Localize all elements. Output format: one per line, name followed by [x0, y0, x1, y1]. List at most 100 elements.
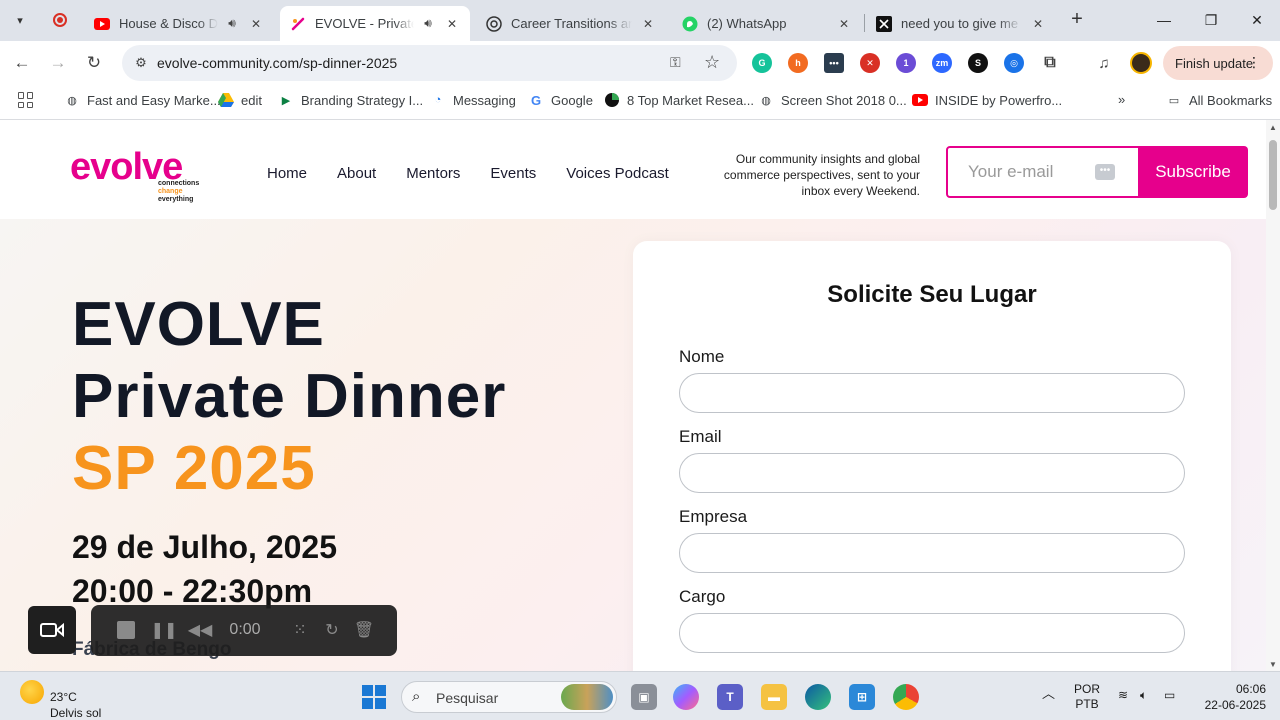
bookmark-item[interactable]: 8 Top Market Resea...: [604, 92, 754, 108]
tab-career[interactable]: Career Transitions and Growth ✕: [476, 6, 666, 41]
draw-button[interactable]: ⁙: [289, 619, 311, 641]
copilot-icon[interactable]: [673, 684, 699, 710]
bookmark-item[interactable]: INSIDE by Powerfro...: [912, 92, 1062, 108]
nav-mentors[interactable]: Mentors: [406, 165, 460, 182]
close-tab-icon[interactable]: ✕: [444, 17, 460, 31]
system-clock[interactable]: 06:06 22-06-2025: [1194, 681, 1266, 713]
file-explorer-icon[interactable]: ▬: [761, 684, 787, 710]
store-icon[interactable]: ⊞: [849, 684, 875, 710]
subscribe-button[interactable]: Subscribe: [1138, 146, 1248, 198]
new-tab-button[interactable]: +: [1066, 9, 1088, 31]
password-key-icon[interactable]: ⚿: [670, 54, 681, 71]
teams-icon[interactable]: T: [717, 684, 743, 710]
scrollbar-thumb[interactable]: [1269, 140, 1277, 210]
evolve-logo[interactable]: evolve connections change everything: [70, 146, 210, 206]
company-input[interactable]: [679, 533, 1185, 573]
trash-icon: 🗑︎: [353, 622, 375, 639]
speaker-icon[interactable]: 🔊︎: [224, 16, 240, 31]
apps-grid-icon[interactable]: [18, 92, 34, 108]
back-button[interactable]: ←: [8, 49, 36, 77]
role-input[interactable]: [679, 613, 1185, 653]
close-window-button[interactable]: ✕: [1234, 0, 1280, 40]
bookmark-label: Google: [551, 92, 593, 108]
browser-toolbar: ← → ↻ ⚙ evolve-community.com/sp-dinner-2…: [0, 41, 1280, 84]
google-drive-icon: [218, 92, 234, 108]
language-indicator[interactable]: POR PTB: [1072, 682, 1102, 712]
messaging-icon: ◔: [434, 94, 442, 106]
close-tab-icon[interactable]: ✕: [248, 17, 264, 31]
nav-events[interactable]: Events: [490, 165, 536, 182]
bookmark-item[interactable]: edit: [218, 92, 262, 108]
tab-x[interactable]: need you to give me the ✕: [866, 6, 1056, 41]
tab-whatsapp[interactable]: (2) WhatsApp ✕: [672, 6, 862, 41]
pinned-recording-tab[interactable]: [50, 10, 70, 30]
stop-recording-button[interactable]: [116, 619, 136, 641]
edge-icon[interactable]: [805, 684, 831, 710]
tab-search-button[interactable]: ▾: [8, 8, 32, 32]
more-bookmarks-icon[interactable]: »: [1118, 92, 1125, 107]
event-title-line1: EVOLVE: [72, 290, 325, 359]
nav-voices-podcast[interactable]: Voices Podcast: [566, 165, 669, 182]
youtube-icon: [912, 92, 928, 108]
grammarly-extension-icon[interactable]: G: [752, 53, 772, 73]
finish-update-button[interactable]: Finish update ⋮: [1163, 46, 1273, 80]
extension-dots-icon[interactable]: •••: [824, 53, 844, 73]
tab-youtube[interactable]: House & Disco DJ Set 🔊︎ ✕: [84, 6, 274, 41]
zoominfo-extension-icon[interactable]: zm: [932, 53, 952, 73]
bookmark-item[interactable]: ◔ Messaging: [430, 92, 516, 108]
task-view-icon[interactable]: ▣: [631, 684, 657, 710]
event-title: EVOLVE Private Dinner SP 2025: [72, 289, 506, 505]
extensions-puzzle-icon[interactable]: ⧉: [1040, 53, 1060, 73]
extension-circle-icon[interactable]: ◎: [1004, 53, 1024, 73]
delete-recording-button[interactable]: 🗑︎: [353, 619, 375, 641]
forward-button[interactable]: →: [44, 49, 72, 77]
tab-evolve[interactable]: EVOLVE - Private Dinner 🔊︎ ✕: [280, 6, 470, 41]
all-bookmarks-button[interactable]: ▭ All Bookmarks: [1166, 92, 1272, 108]
bookmark-item[interactable]: ◍ Screen Shot 2018 0...: [758, 92, 907, 108]
address-bar[interactable]: ⚙ evolve-community.com/sp-dinner-2025 ⚿ …: [122, 45, 737, 81]
extension-badge-icon[interactable]: 1: [896, 53, 916, 73]
taskbar-search[interactable]: ⌕ Pesquisar: [401, 681, 617, 713]
camera-toggle-button[interactable]: [28, 606, 76, 654]
pause-button[interactable]: ❚❚: [151, 619, 178, 641]
bookmark-item[interactable]: ▶ Branding Strategy I...: [278, 92, 423, 108]
extension-shield-icon[interactable]: S: [968, 53, 988, 73]
close-tab-icon[interactable]: ✕: [836, 17, 852, 31]
reload-button[interactable]: ↻: [80, 49, 108, 77]
bookmark-star-icon[interactable]: ☆: [704, 52, 720, 73]
extension-orange-icon[interactable]: h: [788, 53, 808, 73]
minimize-button[interactable]: —: [1141, 0, 1187, 40]
name-input[interactable]: [679, 373, 1185, 413]
volume-icon[interactable]: 🔈︎: [1140, 688, 1147, 703]
chrome-icon[interactable]: [893, 684, 919, 710]
nav-home[interactable]: Home: [267, 165, 307, 182]
wifi-icon[interactable]: ≋: [1118, 688, 1128, 703]
profile-avatar[interactable]: [1130, 52, 1152, 74]
restart-button[interactable]: ↻: [321, 619, 343, 641]
tray-overflow-icon[interactable]: ︿: [1042, 686, 1055, 701]
email-input[interactable]: [679, 453, 1185, 493]
speaker-icon[interactable]: 🔊︎: [420, 16, 436, 31]
autofill-icon[interactable]: •••: [1095, 164, 1115, 180]
rewind-icon: ◀◀: [187, 622, 213, 639]
nav-about[interactable]: About: [337, 165, 376, 182]
site-info-icon[interactable]: ⚙: [132, 54, 150, 72]
bookmark-item[interactable]: G Google: [528, 92, 593, 108]
media-controls-icon[interactable]: ♫: [1094, 53, 1114, 73]
rewind-button[interactable]: ◀◀: [187, 619, 213, 641]
close-tab-icon[interactable]: ✕: [1030, 17, 1046, 31]
restore-button[interactable]: ❐: [1188, 0, 1234, 40]
weather-widget[interactable]: 23°C Delvis sol: [20, 680, 101, 720]
url-text[interactable]: evolve-community.com/sp-dinner-2025: [157, 55, 397, 71]
bookmark-item[interactable]: ◍ Fast and Easy Marke...: [64, 92, 220, 108]
extension-block-icon[interactable]: ✕: [860, 53, 880, 73]
close-tab-icon[interactable]: ✕: [640, 17, 656, 31]
scroll-down-icon[interactable]: ▼: [1269, 660, 1277, 669]
windows-start-icon[interactable]: [362, 685, 386, 709]
bookmark-label: INSIDE by Powerfro...: [935, 92, 1063, 108]
bookmark-label: Branding Strategy I...: [301, 92, 424, 108]
battery-icon[interactable]: ▭: [1164, 688, 1175, 703]
scroll-up-icon[interactable]: ▲: [1269, 123, 1277, 132]
more-menu-icon[interactable]: ⋮: [1247, 54, 1261, 71]
page-scrollbar[interactable]: ▲ ▼: [1266, 120, 1280, 671]
